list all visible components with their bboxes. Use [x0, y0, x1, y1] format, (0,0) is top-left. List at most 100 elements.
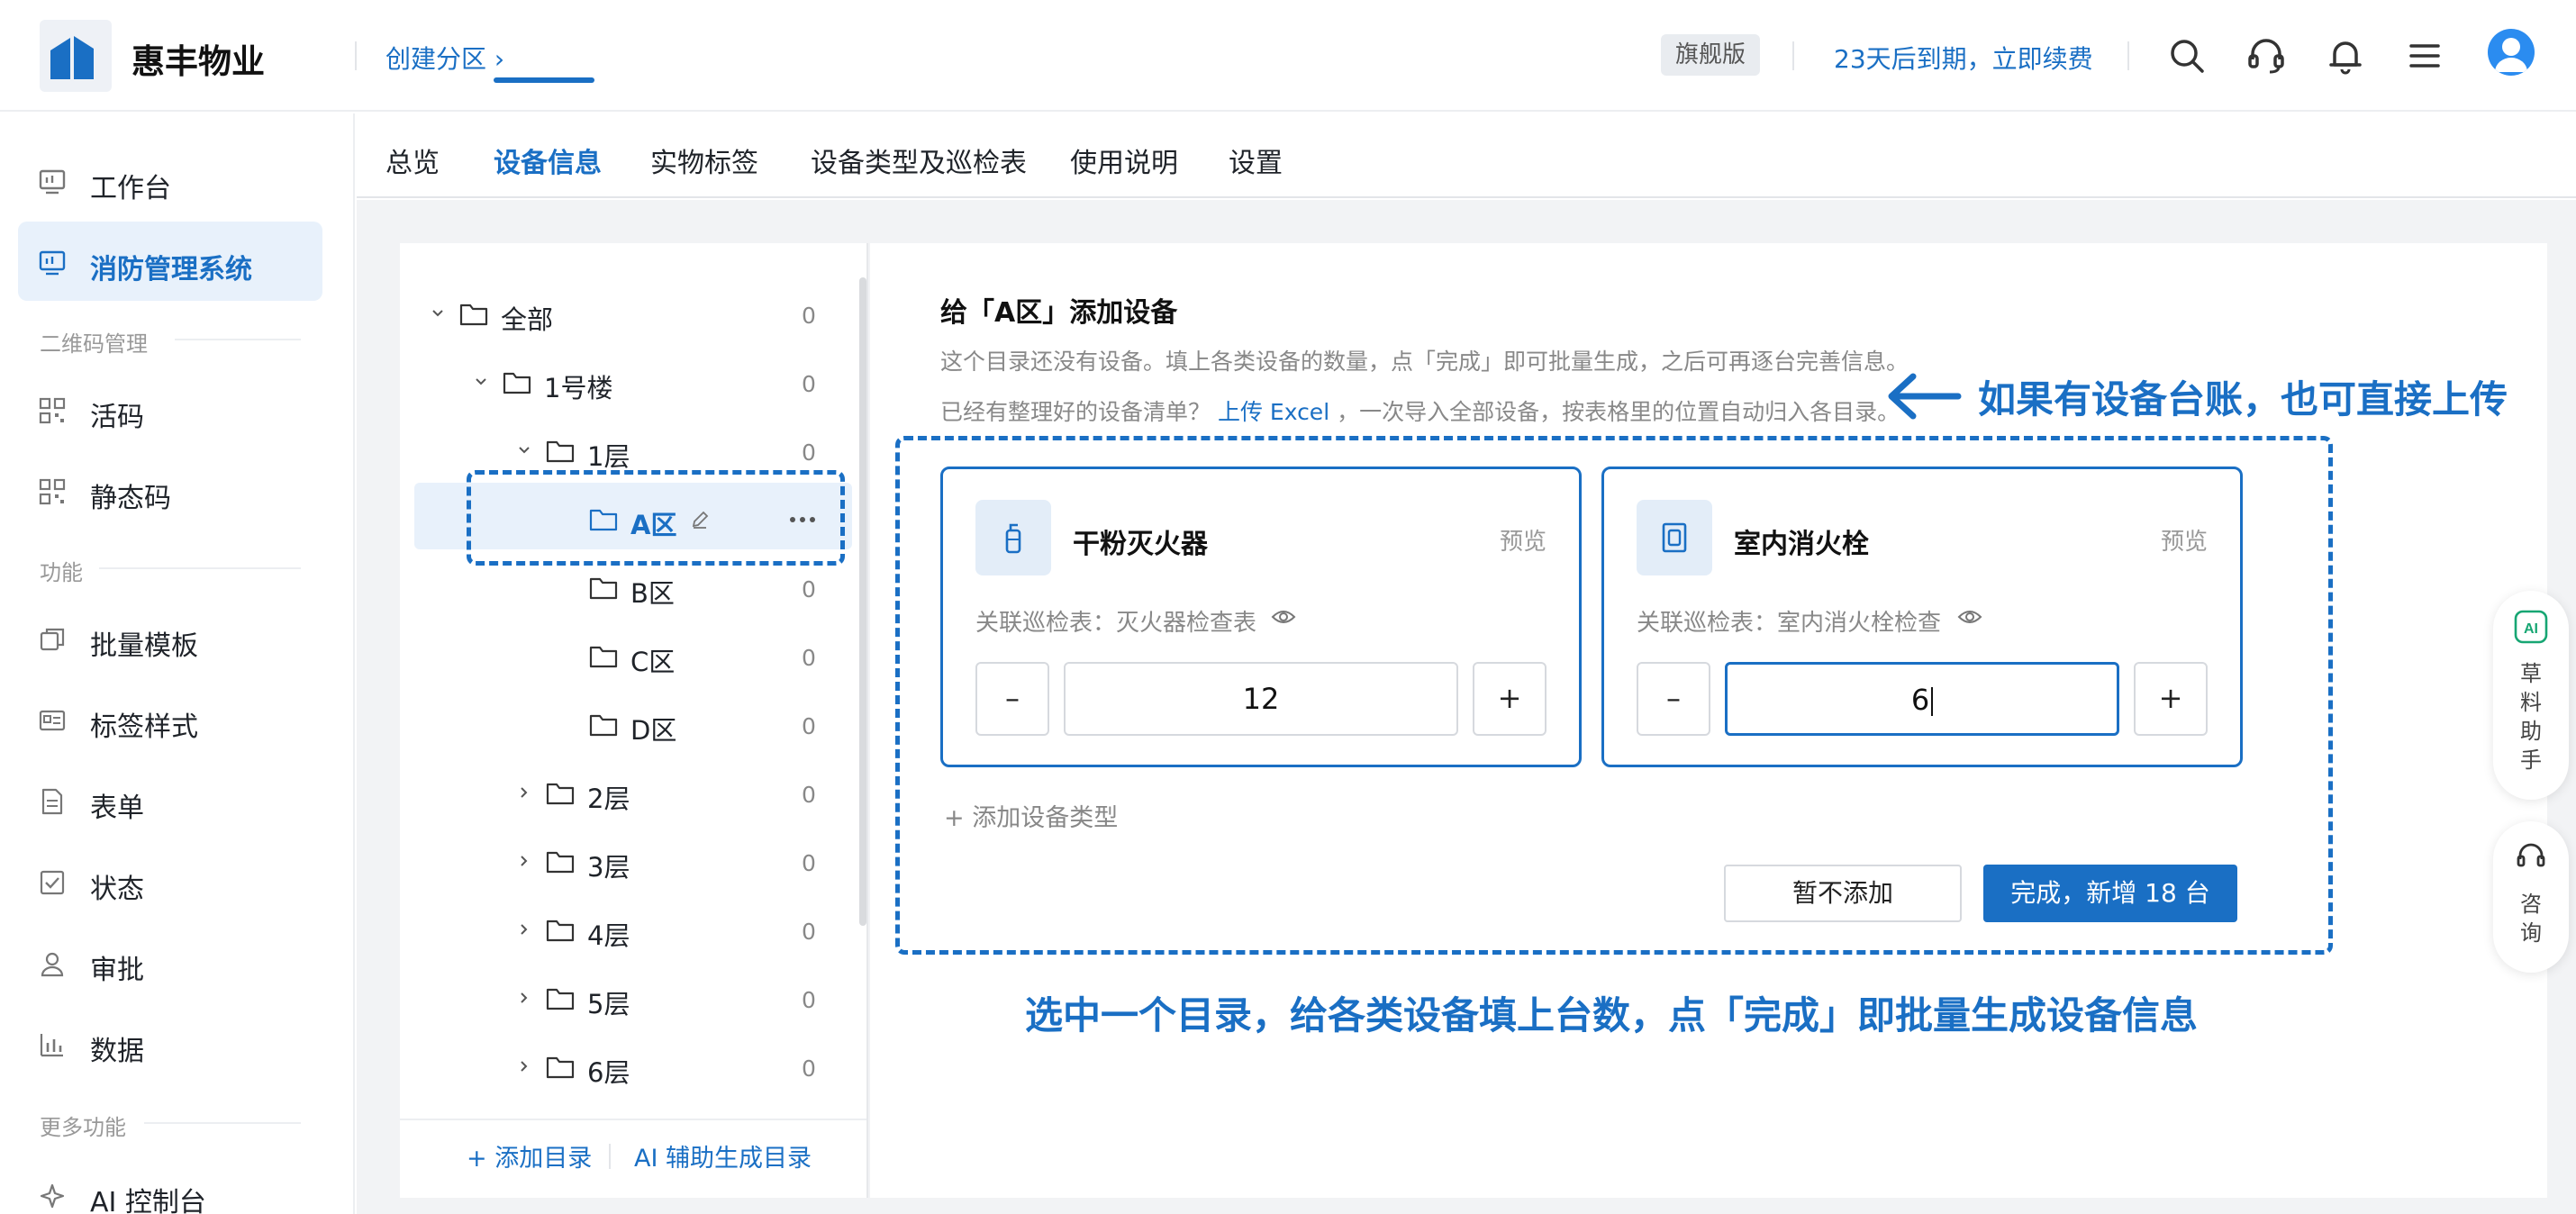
sidebar-item-label: 工作台 [90, 173, 171, 204]
tree-node-floor-3[interactable]: 3层 [510, 836, 816, 890]
sidebar-item-approval[interactable]: 审批 [18, 922, 322, 1001]
tree-node-label: 3层 [587, 852, 630, 883]
breadcrumb[interactable]: 创建分区 › [385, 40, 504, 76]
add-directory-link[interactable]: + 添加目录 [467, 1138, 592, 1173]
tree-node-label: D区 [630, 715, 677, 746]
sidebar-item-live-code[interactable]: 活码 [18, 369, 322, 448]
sidebar-item-status[interactable]: 状态 [18, 841, 322, 920]
sidebar-item-data[interactable]: 数据 [18, 1003, 322, 1083]
folder-icon [546, 440, 575, 463]
chevron-right-icon[interactable] [515, 852, 533, 870]
sidebar-item-form[interactable]: 表单 [18, 760, 322, 839]
bar-chart-icon [40, 1034, 63, 1057]
upload-excel-link[interactable]: 上传 Excel [1218, 399, 1329, 425]
tree-node-label: 5层 [587, 989, 630, 1019]
tree-node-floor-5[interactable]: 5层 [510, 973, 816, 1027]
tree-node-all[interactable]: 全部 [423, 288, 820, 342]
chevron-right-icon[interactable] [515, 920, 533, 938]
headset-icon[interactable] [2245, 34, 2288, 77]
tab-settings[interactable]: 设置 [1229, 140, 1283, 180]
tab-physical-labels[interactable]: 实物标签 [650, 140, 758, 180]
bell-icon[interactable] [2324, 34, 2367, 77]
tree-node-label: 4层 [587, 920, 630, 951]
chevron-right-icon[interactable] [515, 1057, 533, 1075]
sidebar-item-label: 标签样式 [90, 711, 198, 743]
tab-device-types[interactable]: 设备类型及巡检表 [811, 140, 1027, 180]
sidebar-item-ai-console[interactable]: AI 控制台 [18, 1155, 322, 1214]
consult-float-button[interactable]: 咨 询 [2493, 821, 2569, 973]
sidebar-item-static-code[interactable]: 静态码 [18, 450, 322, 530]
group-label-func: 功能 [40, 560, 83, 585]
section-title: 给「A区」添加设备 [940, 297, 1178, 329]
tree-node-building-1[interactable]: 1号楼 [467, 357, 827, 411]
tree-node-count: 0 [802, 645, 816, 671]
divider [2127, 41, 2129, 70]
sidebar-item-label: 审批 [90, 955, 144, 986]
folder-icon [589, 646, 618, 668]
tab-instructions[interactable]: 使用说明 [1070, 140, 1178, 180]
folder-icon [546, 920, 575, 942]
group-label-qr: 二维码管理 [40, 331, 148, 357]
menu-icon[interactable] [2403, 34, 2446, 77]
sidebar-item-fire-system[interactable]: 消防管理系统 [18, 222, 322, 301]
monitor-icon [39, 169, 66, 195]
chevron-down-icon[interactable] [429, 304, 447, 322]
ai-icon: AI [2514, 610, 2548, 644]
tree-node-label: 2层 [587, 784, 630, 814]
tree-node-area-d[interactable]: D区 [553, 699, 823, 753]
headset-icon [2517, 843, 2545, 867]
sidebar-item-label: 消防管理系统 [90, 254, 252, 285]
sidebar-item-label: 批量模板 [90, 630, 198, 662]
upload-desc-prefix: 已经有整理好的设备清单？ [940, 399, 1211, 425]
tree-node-count: 0 [802, 371, 816, 397]
tree-scrollbar[interactable] [859, 277, 866, 926]
float-text: 咨 [2520, 892, 2542, 917]
sparkle-icon [40, 1183, 65, 1209]
user-icon [41, 952, 64, 977]
tab-device-info[interactable]: 设备信息 [494, 140, 602, 180]
tree-node-floor-4[interactable]: 4层 [510, 904, 816, 958]
sidebar-item-batch-template[interactable]: 批量模板 [18, 598, 322, 677]
chevron-right-icon[interactable] [515, 784, 533, 802]
search-icon[interactable] [2165, 34, 2209, 77]
folder-icon [546, 783, 575, 805]
bottom-hint-annotation: 选中一个目录，给各类设备填上台数，点「完成」即批量生成设备信息 [1025, 993, 2199, 1037]
monitor-icon [39, 250, 66, 276]
tree-node-area-b[interactable]: B区 [553, 562, 823, 616]
sidebar: 工作台 消防管理系统 二维码管理 活码 静态码 功能 批量模板 标签样式 表单 … [0, 113, 355, 1214]
renew-link[interactable]: 23天后到期，立即续费 [1834, 40, 2093, 76]
brand-name: 惠丰物业 [132, 42, 265, 81]
sidebar-item-label: 静态码 [90, 483, 171, 514]
divider [175, 339, 301, 340]
folder-icon [546, 851, 575, 874]
user-avatar[interactable] [2488, 29, 2535, 76]
ai-generate-directory-link[interactable]: AI 辅助生成目录 [634, 1138, 812, 1173]
tree-node-label: B区 [630, 578, 675, 609]
tree-node-count: 0 [802, 439, 816, 466]
document-icon [41, 788, 63, 815]
sidebar-item-label: 活码 [90, 402, 144, 433]
divider [609, 1144, 611, 1169]
chevron-right-icon[interactable] [515, 989, 533, 1007]
float-text: 料 [2520, 690, 2542, 715]
tree-node-floor-6[interactable]: 6层 [510, 1041, 816, 1095]
upload-hint-annotation: 如果有设备台账，也可直接上传 [1978, 377, 2508, 421]
edition-badge: 旗舰版 [1661, 34, 1761, 76]
ai-helper-float-button[interactable]: AI 草 料 助 手 [2493, 591, 2569, 800]
chevron-down-icon[interactable] [472, 373, 490, 391]
tab-bar: 总览 设备信息 实物标签 设备类型及巡检表 使用说明 设置 [357, 113, 2576, 198]
sidebar-item-label-style[interactable]: 标签样式 [18, 679, 322, 758]
highlight-box-form [895, 436, 2333, 955]
tree-node-floor-2[interactable]: 2层 [510, 767, 816, 821]
tree-node-area-c[interactable]: C区 [553, 630, 823, 684]
sidebar-item-label: 状态 [90, 874, 144, 905]
chevron-down-icon[interactable] [515, 441, 533, 459]
brand-logo[interactable] [40, 20, 112, 92]
sidebar-item-workbench[interactable]: 工作台 [18, 140, 322, 220]
top-header: 惠丰物业 创建分区 › 旗舰版 23天后到期，立即续费 [0, 0, 2576, 112]
tab-overview[interactable]: 总览 [385, 140, 440, 180]
section-description: 这个目录还没有设备。填上各类设备的数量，点「完成」即可批量生成，之后可再逐台完善… [940, 349, 1909, 375]
float-text: 助 [2520, 719, 2542, 744]
tree-node-count: 0 [802, 850, 816, 876]
checkbox-icon [40, 870, 65, 895]
